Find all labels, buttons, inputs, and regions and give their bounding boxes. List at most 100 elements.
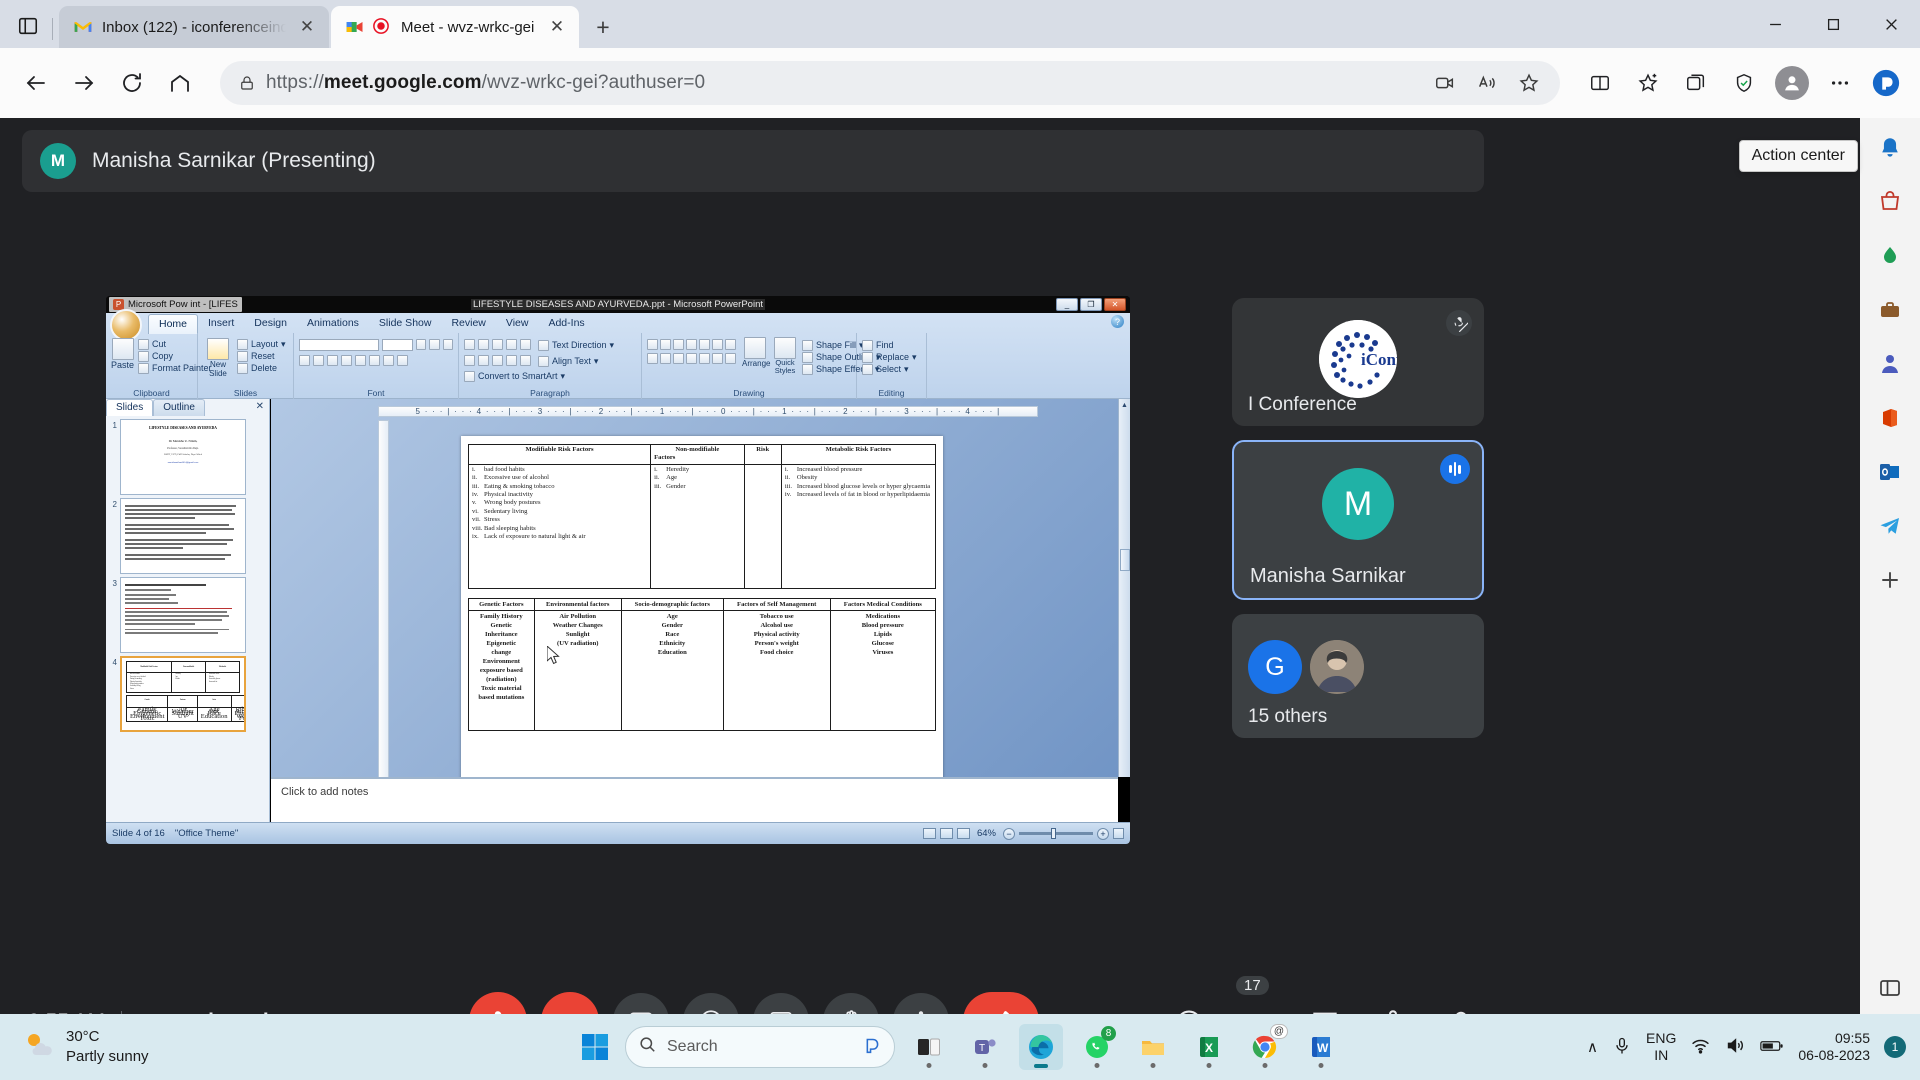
notes-pane[interactable]: Click to add notes <box>271 777 1118 822</box>
ribbon-tab-addins[interactable]: Add-Ins <box>538 314 594 334</box>
games-icon[interactable] <box>1870 344 1910 384</box>
freeform-shape-icon[interactable] <box>660 353 671 364</box>
ribbon-tab-animations[interactable]: Animations <box>297 314 369 334</box>
scroll-up-icon[interactable]: ▲ <box>1119 399 1130 411</box>
office-icon[interactable] <box>1870 398 1910 438</box>
taskbar-app-task-view[interactable] <box>907 1024 951 1070</box>
favorite-star-icon[interactable] <box>1510 64 1548 102</box>
taskbar-app-file-explorer[interactable] <box>1131 1024 1175 1070</box>
browser-essentials-icon[interactable] <box>1722 61 1766 105</box>
text-direction-button[interactable]: Text Direction ▾ <box>538 339 614 351</box>
paste-icon[interactable] <box>111 338 134 360</box>
thumbnail-slide-3[interactable] <box>120 577 246 653</box>
font-size-select[interactable] <box>381 339 414 351</box>
split-screen-icon[interactable] <box>1578 61 1622 105</box>
slides-pane-close-icon[interactable]: ✕ <box>251 399 269 416</box>
tray-clock[interactable]: 09:55 06-08-2023 <box>1798 1030 1870 1064</box>
home-icon[interactable] <box>158 61 202 105</box>
participant-tile-manisha-sarnikar[interactable]: M Manisha Sarnikar <box>1232 440 1484 600</box>
taskbar-search[interactable]: Search <box>625 1026 895 1068</box>
copilot-search-icon[interactable] <box>860 1034 882 1061</box>
clear-formatting-icon[interactable] <box>442 339 453 350</box>
forward-icon[interactable] <box>62 61 106 105</box>
textbox-shape-icon[interactable] <box>647 339 658 350</box>
window-minimize-button[interactable] <box>1746 0 1804 48</box>
taskbar-app-teams[interactable]: T <box>963 1024 1007 1070</box>
outlook-icon[interactable] <box>1870 452 1910 492</box>
italic-icon[interactable] <box>313 355 324 366</box>
ribbon-tab-design[interactable]: Design <box>244 314 297 334</box>
tab-slides[interactable]: Slides <box>106 399 154 416</box>
tools-icon[interactable] <box>1870 290 1910 330</box>
shapes-more-icon[interactable] <box>725 353 736 364</box>
rectangle-shape-icon[interactable] <box>686 339 697 350</box>
collections-icon[interactable] <box>1674 61 1718 105</box>
tray-chevron-icon[interactable]: ∧ <box>1587 1038 1598 1056</box>
read-aloud-icon[interactable] <box>1468 64 1506 102</box>
align-left-icon[interactable] <box>464 355 475 366</box>
zoom-in-button[interactable]: + <box>1097 827 1109 840</box>
tab-meet[interactable]: Meet - wvz-wrkc-gei ✕ <box>331 6 579 48</box>
star-shape-icon[interactable] <box>699 353 710 364</box>
character-spacing-icon[interactable] <box>369 355 380 366</box>
increase-indent-icon[interactable] <box>506 339 517 350</box>
tray-wifi-icon[interactable] <box>1690 1035 1711 1059</box>
oval-shape-icon[interactable] <box>699 339 710 350</box>
start-button[interactable] <box>577 1029 613 1065</box>
help-icon[interactable]: ? <box>1111 315 1124 328</box>
reset-button[interactable]: Reset <box>237 350 286 362</box>
triangle-shape-icon[interactable] <box>712 339 723 350</box>
scrollbar-thumb[interactable] <box>1120 549 1130 571</box>
view-slideshow-button[interactable] <box>956 828 970 839</box>
align-text-button[interactable]: Align Text ▾ <box>538 355 598 367</box>
delete-button[interactable]: Delete <box>237 362 286 374</box>
change-case-icon[interactable] <box>383 355 394 366</box>
drop-icon[interactable] <box>1870 236 1910 276</box>
bold-icon[interactable] <box>299 355 310 366</box>
find-button[interactable]: Find <box>862 339 921 351</box>
bracket-shape-icon[interactable] <box>686 353 697 364</box>
tab-outline[interactable]: Outline <box>153 399 205 416</box>
ribbon-tab-review[interactable]: Review <box>441 314 495 334</box>
underline-icon[interactable] <box>327 355 338 366</box>
strikethrough-icon[interactable] <box>341 355 352 366</box>
zoom-slider-knob[interactable] <box>1051 828 1056 839</box>
address-bar[interactable]: https://meet.google.com/wvz-wrkc-gei?aut… <box>220 61 1560 105</box>
line-shape-icon[interactable] <box>660 339 671 350</box>
copilot-icon[interactable] <box>1866 63 1906 103</box>
new-tab-button[interactable]: + <box>587 11 619 43</box>
numbering-icon[interactable] <box>478 339 489 350</box>
ribbon-tab-insert[interactable]: Insert <box>198 314 244 334</box>
settings-and-more-icon[interactable] <box>1818 61 1862 105</box>
canvas-scrollbar[interactable]: ▲ <box>1118 399 1130 777</box>
convert-smartart-button[interactable]: Convert to SmartArt ▾ <box>464 370 636 382</box>
participant-tile-i-conference[interactable]: iConfer I Conference <box>1232 298 1484 426</box>
align-right-icon[interactable] <box>492 355 503 366</box>
columns-icon[interactable] <box>520 355 531 366</box>
tray-notification-badge[interactable]: 1 <box>1884 1036 1906 1058</box>
shadow-icon[interactable] <box>355 355 366 366</box>
back-icon[interactable] <box>14 61 58 105</box>
thumbnail-slide-2[interactable] <box>120 498 246 574</box>
window-close-button[interactable] <box>1862 0 1920 48</box>
shape-fill-swatch-icon[interactable] <box>725 339 736 350</box>
slide-canvas[interactable]: Modifiable Risk Factors Non-modifiable F… <box>271 399 1118 822</box>
profile-icon[interactable] <box>1770 61 1814 105</box>
thumbnail-item[interactable]: 2 <box>106 495 269 574</box>
arrow-shape-icon[interactable] <box>673 339 684 350</box>
weather-widget[interactable]: 30°C Partly sunny <box>22 1027 149 1067</box>
telegram-icon[interactable] <box>1870 506 1910 546</box>
brace-shape-icon[interactable] <box>673 353 684 364</box>
thumbnail-slide-4[interactable]: Modifiable Risk Factors Non-modifiable Met… <box>120 656 246 732</box>
thumbnail-slide-1[interactable]: LIFESTYLE DISEASES AND AYURVEDA Dr Manis… <box>120 419 246 495</box>
align-center-icon[interactable] <box>478 355 489 366</box>
zoom-slider[interactable] <box>1019 828 1093 839</box>
zoom-out-button[interactable]: − <box>1003 827 1015 840</box>
quick-styles-icon[interactable] <box>774 337 796 359</box>
current-slide[interactable]: Modifiable Risk Factors Non-modifiable F… <box>461 436 943 798</box>
curve-shape-icon[interactable] <box>647 353 658 364</box>
thumbnail-item-selected[interactable]: 4 Modifiable Risk Factors Non-modifiable M… <box>106 653 269 732</box>
taskbar-app-whatsapp[interactable]: 8 <box>1075 1024 1119 1070</box>
justify-icon[interactable] <box>506 355 517 366</box>
reload-icon[interactable] <box>110 61 154 105</box>
